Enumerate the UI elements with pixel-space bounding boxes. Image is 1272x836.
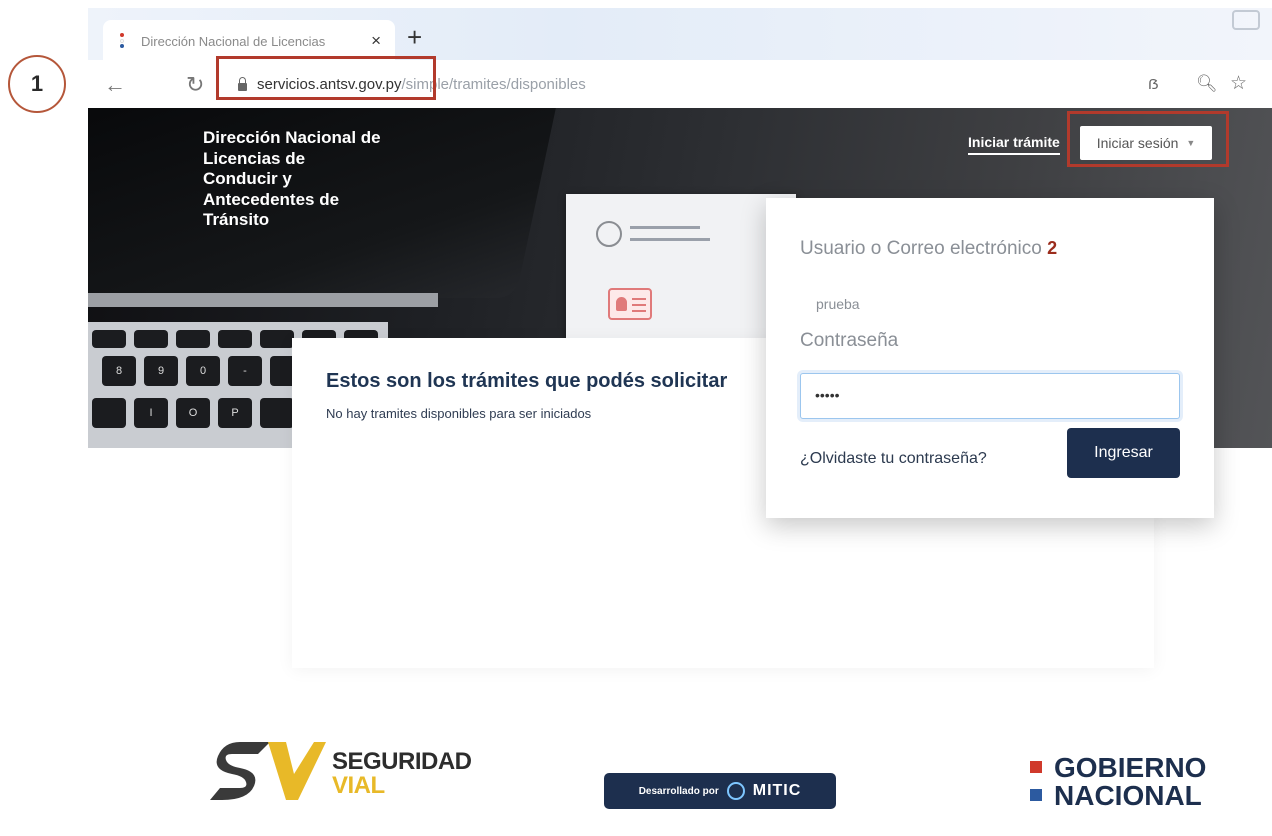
step-1-label: 1 (30, 71, 44, 96)
mitic-logo-icon (726, 782, 745, 800)
back-arrow-icon[interactable]: ← (104, 72, 126, 98)
mitic-badge: Desarrollado por MITIC (604, 773, 836, 809)
seguridad-text: SEGURIDAD (332, 748, 472, 775)
username-label-text: Usuario o Correo electrónico (800, 238, 1042, 259)
mitic-prefix: Desarrollado por (638, 785, 719, 797)
procedures-empty-message: No hay tramites disponibles para ser ini… (326, 406, 592, 421)
start-procedure-link[interactable]: Iniciar trámite (968, 134, 1060, 155)
zoom-icon[interactable]: 🔍︎ (1196, 74, 1218, 94)
procedures-title: Estos son los trámites que podés solicit… (326, 370, 728, 392)
red-square-icon (1030, 760, 1042, 773)
laptop-hinge (88, 293, 438, 307)
reload-icon[interactable]: ↻ (186, 72, 204, 98)
tab-close-icon[interactable]: × (371, 31, 381, 51)
forgot-password-link[interactable]: ¿Olvidaste tu contraseña? (800, 450, 987, 468)
password-field[interactable]: ••••• (800, 373, 1180, 419)
submit-button[interactable]: Ingresar (1067, 428, 1180, 478)
seal-icon (596, 221, 622, 247)
tab-title: Dirección Nacional de Licencias (141, 33, 326, 49)
gobierno-text: GOBIERNO (1054, 752, 1207, 783)
step-2-marker: 2 (1047, 238, 1058, 258)
document-line (630, 238, 710, 241)
highlight-login-box (1067, 111, 1229, 167)
gobierno-nacional-logo: GOBIERNO NACIONAL (1030, 754, 1206, 810)
highlight-url-box (216, 56, 436, 100)
vial-text: VIAL (332, 772, 385, 799)
site-title: Dirección Nacional de Licencias de Condu… (203, 128, 381, 229)
new-tab-button[interactable]: + (407, 22, 422, 52)
bookmark-star-icon[interactable]: ☆ (1230, 72, 1247, 95)
id-card-icon (608, 288, 652, 320)
username-field[interactable]: prueba (816, 296, 860, 312)
blue-square-icon (1030, 788, 1042, 801)
favicon-icon (117, 32, 127, 50)
step-1-marker: 1 (8, 55, 66, 113)
window-restore-icon[interactable] (1232, 10, 1260, 30)
document-line (630, 226, 700, 229)
password-label: Contraseña (800, 330, 899, 351)
username-label: Usuario o Correo electrónico 2 (800, 238, 1057, 260)
seguridad-vial-logo-icon (210, 742, 326, 800)
mitic-name: MITIC (752, 782, 802, 799)
translate-icon[interactable]: ẞ (1148, 76, 1159, 93)
nacional-text: NACIONAL (1054, 780, 1202, 811)
